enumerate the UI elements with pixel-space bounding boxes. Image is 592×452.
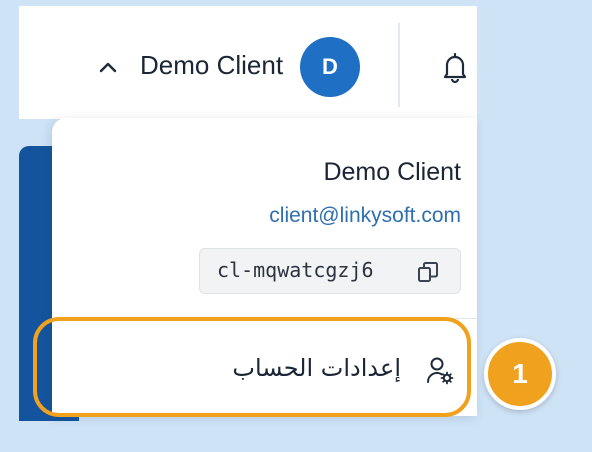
account-settings-menu-item[interactable]: إعدادات الحساب <box>33 317 471 417</box>
header-divider <box>398 23 400 107</box>
header-user-name[interactable]: Demo Client <box>140 50 283 81</box>
client-id-text: cl-mqwatcgzj6 <box>217 258 374 282</box>
step-number-badge: 1 <box>484 338 556 410</box>
account-settings-label: إعدادات الحساب <box>232 354 401 382</box>
bell-icon[interactable] <box>438 50 472 84</box>
user-gear-icon <box>426 357 454 385</box>
avatar[interactable]: D <box>300 37 360 97</box>
client-id-chip[interactable]: cl-mqwatcgzj6 <box>199 248 461 294</box>
dropdown-user-name: Demo Client <box>323 158 461 186</box>
chevron-up-icon[interactable] <box>97 56 119 78</box>
dropdown-user-email: client@linkysoft.com <box>269 204 461 227</box>
copy-icon[interactable] <box>416 260 440 284</box>
top-header: Demo Client D <box>19 6 477 119</box>
